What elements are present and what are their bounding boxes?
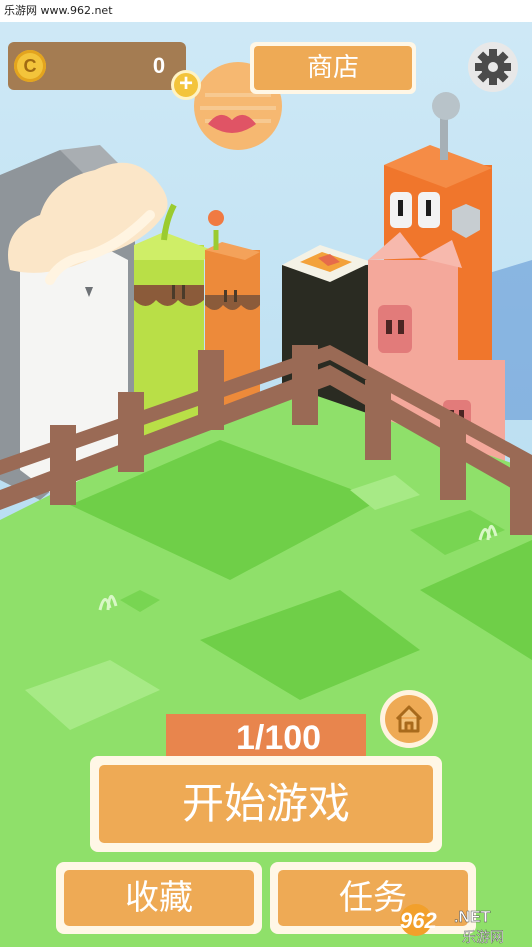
shop-button[interactable]: 商店 <box>250 42 416 94</box>
logo-main-text: 962 <box>400 908 437 933</box>
logo-sub-text: 乐游网 <box>462 930 504 946</box>
collection-button[interactable]: 收藏 <box>56 862 262 934</box>
home-icon <box>395 705 423 733</box>
level-progress-text: 1/100 <box>236 719 322 757</box>
settings-button[interactable] <box>468 42 518 92</box>
logo-suffix-text: .NET <box>454 909 491 926</box>
coin-icon: C <box>14 50 46 82</box>
962-logo: 962 .NET 乐游网 <box>400 904 504 946</box>
start-game-label: 开始游戏 <box>99 765 433 843</box>
gear-icon <box>475 49 511 85</box>
collection-label: 收藏 <box>64 870 254 926</box>
watermark-text: 乐游网 www.962.net <box>0 0 532 22</box>
add-coins-button[interactable]: + <box>171 70 201 100</box>
home-button[interactable] <box>380 690 438 748</box>
shop-button-label: 商店 <box>254 46 412 90</box>
start-game-button[interactable]: 开始游戏 <box>90 756 442 852</box>
coin-count: 0 <box>152 53 166 78</box>
